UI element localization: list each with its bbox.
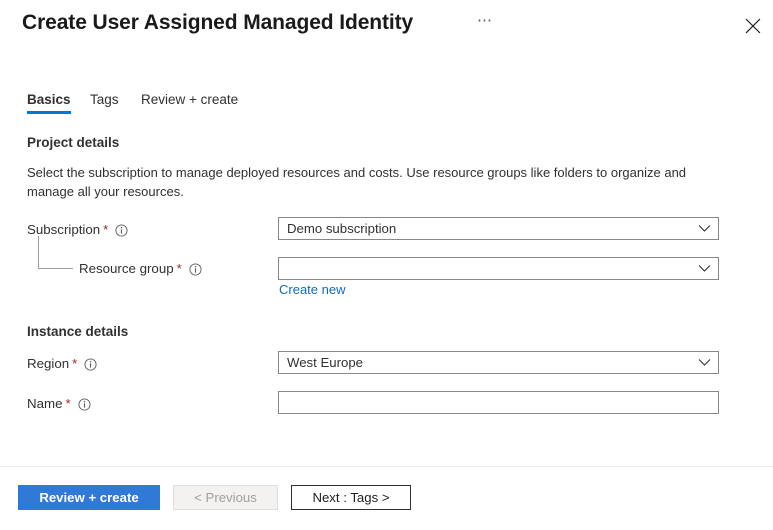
info-icon[interactable] [84, 358, 97, 371]
resource-group-dropdown[interactable] [278, 257, 719, 280]
info-icon[interactable] [115, 224, 128, 237]
previous-button: < Previous [173, 485, 278, 510]
next-tags-button[interactable]: Next : Tags > [291, 485, 411, 510]
subscription-dropdown[interactable]: Demo subscription [278, 217, 719, 240]
info-icon[interactable] [189, 263, 202, 276]
project-details-heading: Project details [27, 135, 120, 150]
chevron-down-icon [690, 218, 718, 239]
create-new-resource-group-link[interactable]: Create new [279, 282, 345, 297]
resource-group-tree-connector [38, 236, 73, 269]
form-body: Project details Select the subscription … [0, 0, 773, 466]
name-input[interactable] [278, 391, 719, 414]
required-asterisk: * [72, 355, 78, 371]
chevron-down-icon [690, 258, 718, 279]
footer-bar: Review + create < Previous Next : Tags > [0, 467, 773, 530]
required-asterisk: * [103, 221, 109, 237]
region-label-text: Region [27, 356, 70, 371]
region-label: Region * [27, 355, 97, 372]
resource-group-label: Resource group * [79, 260, 202, 277]
region-dropdown[interactable]: West Europe [278, 351, 719, 374]
region-value: West Europe [287, 355, 363, 370]
chevron-down-icon [690, 352, 718, 373]
required-asterisk: * [176, 260, 182, 276]
project-details-description: Select the subscription to manage deploy… [27, 165, 687, 199]
subscription-label-text: Subscription [27, 222, 101, 237]
name-label: Name * [27, 395, 91, 412]
info-icon[interactable] [78, 398, 91, 411]
resource-group-label-text: Resource group [79, 261, 174, 276]
required-asterisk: * [65, 395, 71, 411]
subscription-value: Demo subscription [287, 221, 397, 236]
name-label-text: Name [27, 396, 63, 411]
review-create-button[interactable]: Review + create [18, 485, 160, 510]
instance-details-heading: Instance details [27, 324, 129, 339]
